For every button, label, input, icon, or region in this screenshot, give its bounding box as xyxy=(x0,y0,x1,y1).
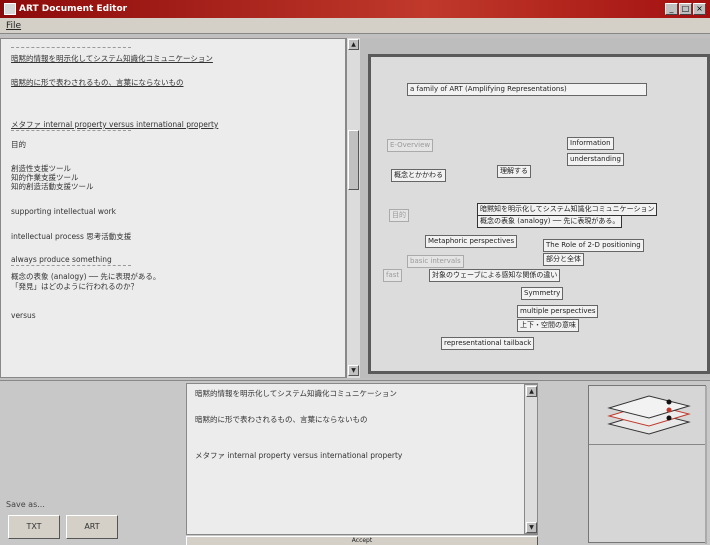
minimize-icon[interactable]: _ xyxy=(665,3,678,15)
window-controls: _ □ × xyxy=(665,3,706,15)
scroll-thumb[interactable] xyxy=(348,130,359,190)
map-node[interactable]: 理解する xyxy=(497,165,531,178)
map-node[interactable]: 部分と全体 xyxy=(543,253,584,266)
layer-preview-panel xyxy=(588,385,707,544)
map-pane: a family of ART (Amplifying Representati… xyxy=(360,38,710,378)
map-node[interactable]: 上下・空間の意味 xyxy=(517,319,579,332)
maximize-icon[interactable]: □ xyxy=(679,3,692,15)
menu-file[interactable]: File xyxy=(6,21,21,31)
separator xyxy=(11,265,131,266)
map-node[interactable]: 対象のウェーブによる感知な関係の違い xyxy=(429,269,561,282)
save-art-button[interactable]: ART xyxy=(66,515,118,539)
outline-scrollbar[interactable]: ▲ ▼ xyxy=(346,38,360,378)
outline-line[interactable]: 目的 xyxy=(11,139,26,150)
scroll-up-icon[interactable]: ▲ xyxy=(348,39,359,50)
scroll-down-icon[interactable]: ▼ xyxy=(348,365,359,376)
map-node[interactable]: 概念とかかわる xyxy=(391,169,446,182)
app-icon xyxy=(4,3,16,15)
outline-pane[interactable]: 暗黙的情報を明示化してシステム知識化コミュニケーション 暗黙的に形で表わされるも… xyxy=(0,38,346,378)
concept-map-canvas[interactable]: a family of ART (Amplifying Representati… xyxy=(368,54,710,374)
editor-line: メタファ internal property versus internatio… xyxy=(195,451,403,460)
outline-line[interactable]: 暗黙的に形で表わされるもの、言葉にならないもの xyxy=(11,77,184,88)
map-node[interactable]: 概念の表象 (analogy) ── 先に表現がある。 xyxy=(477,215,623,228)
map-node[interactable]: multiple perspectives xyxy=(517,305,599,318)
layers-icon[interactable] xyxy=(589,386,707,444)
outline-line[interactable]: versus xyxy=(11,311,36,320)
map-node[interactable]: fast xyxy=(383,269,403,282)
scroll-down-icon[interactable]: ▼ xyxy=(526,522,537,533)
editor-line: 暗黙的に形で表わされるもの、言葉にならないもの xyxy=(195,415,368,424)
separator xyxy=(11,47,131,48)
map-node[interactable]: Metaphoric perspectives xyxy=(425,235,518,248)
map-node[interactable]: Information xyxy=(567,137,614,150)
outline-line[interactable]: always produce something xyxy=(11,255,112,264)
outline-line[interactable]: 知的創造活動支援ツール xyxy=(11,181,94,192)
map-node[interactable]: E-Overview xyxy=(387,139,434,152)
outline-line[interactable]: supporting intellectual work xyxy=(11,207,116,216)
separator xyxy=(11,130,131,131)
accept-button[interactable]: Accept xyxy=(186,536,538,545)
map-node[interactable]: representational tailback xyxy=(441,337,535,350)
scroll-up-icon[interactable]: ▲ xyxy=(526,386,537,397)
map-node[interactable]: understanding xyxy=(567,153,624,166)
editor-scrollbar[interactable]: ▲ ▼ xyxy=(524,384,538,534)
save-txt-button[interactable]: TXT xyxy=(8,515,60,539)
outline-line[interactable]: intellectual process 思考活動支援 xyxy=(11,231,131,242)
outline-line[interactable]: メタファ internal property versus internatio… xyxy=(11,119,218,130)
title-bar: ART Document Editor _ □ × xyxy=(0,0,710,18)
divider xyxy=(705,386,707,544)
bottom-panel: Save as... TXT ART 暗黙的情報を明示化してシステム知識化コミュ… xyxy=(0,380,710,545)
map-node[interactable]: a family of ART (Amplifying Representati… xyxy=(407,83,647,96)
close-icon[interactable]: × xyxy=(693,3,706,15)
node-text-editor[interactable]: 暗黙的情報を明示化してシステム知識化コミュニケーション 暗黙的に形で表わされるも… xyxy=(186,383,538,535)
menu-bar: File xyxy=(0,18,710,34)
editor-line: 暗黙的情報を明示化してシステム知識化コミュニケーション xyxy=(195,389,397,398)
outline-line[interactable]: 暗黙的情報を明示化してシステム知識化コミュニケーション xyxy=(11,53,213,64)
map-node[interactable]: 目的 xyxy=(389,209,409,222)
divider xyxy=(589,444,707,445)
window-title: ART Document Editor xyxy=(19,4,128,14)
map-node[interactable]: The Role of 2-D positioning xyxy=(543,239,644,252)
map-node[interactable]: basic intervals xyxy=(407,255,464,268)
save-as-label: Save as... xyxy=(6,500,45,509)
outline-line[interactable]: 「発見」はどのように行われるのか？ xyxy=(11,281,138,292)
map-node[interactable]: Symmetry xyxy=(521,287,564,300)
